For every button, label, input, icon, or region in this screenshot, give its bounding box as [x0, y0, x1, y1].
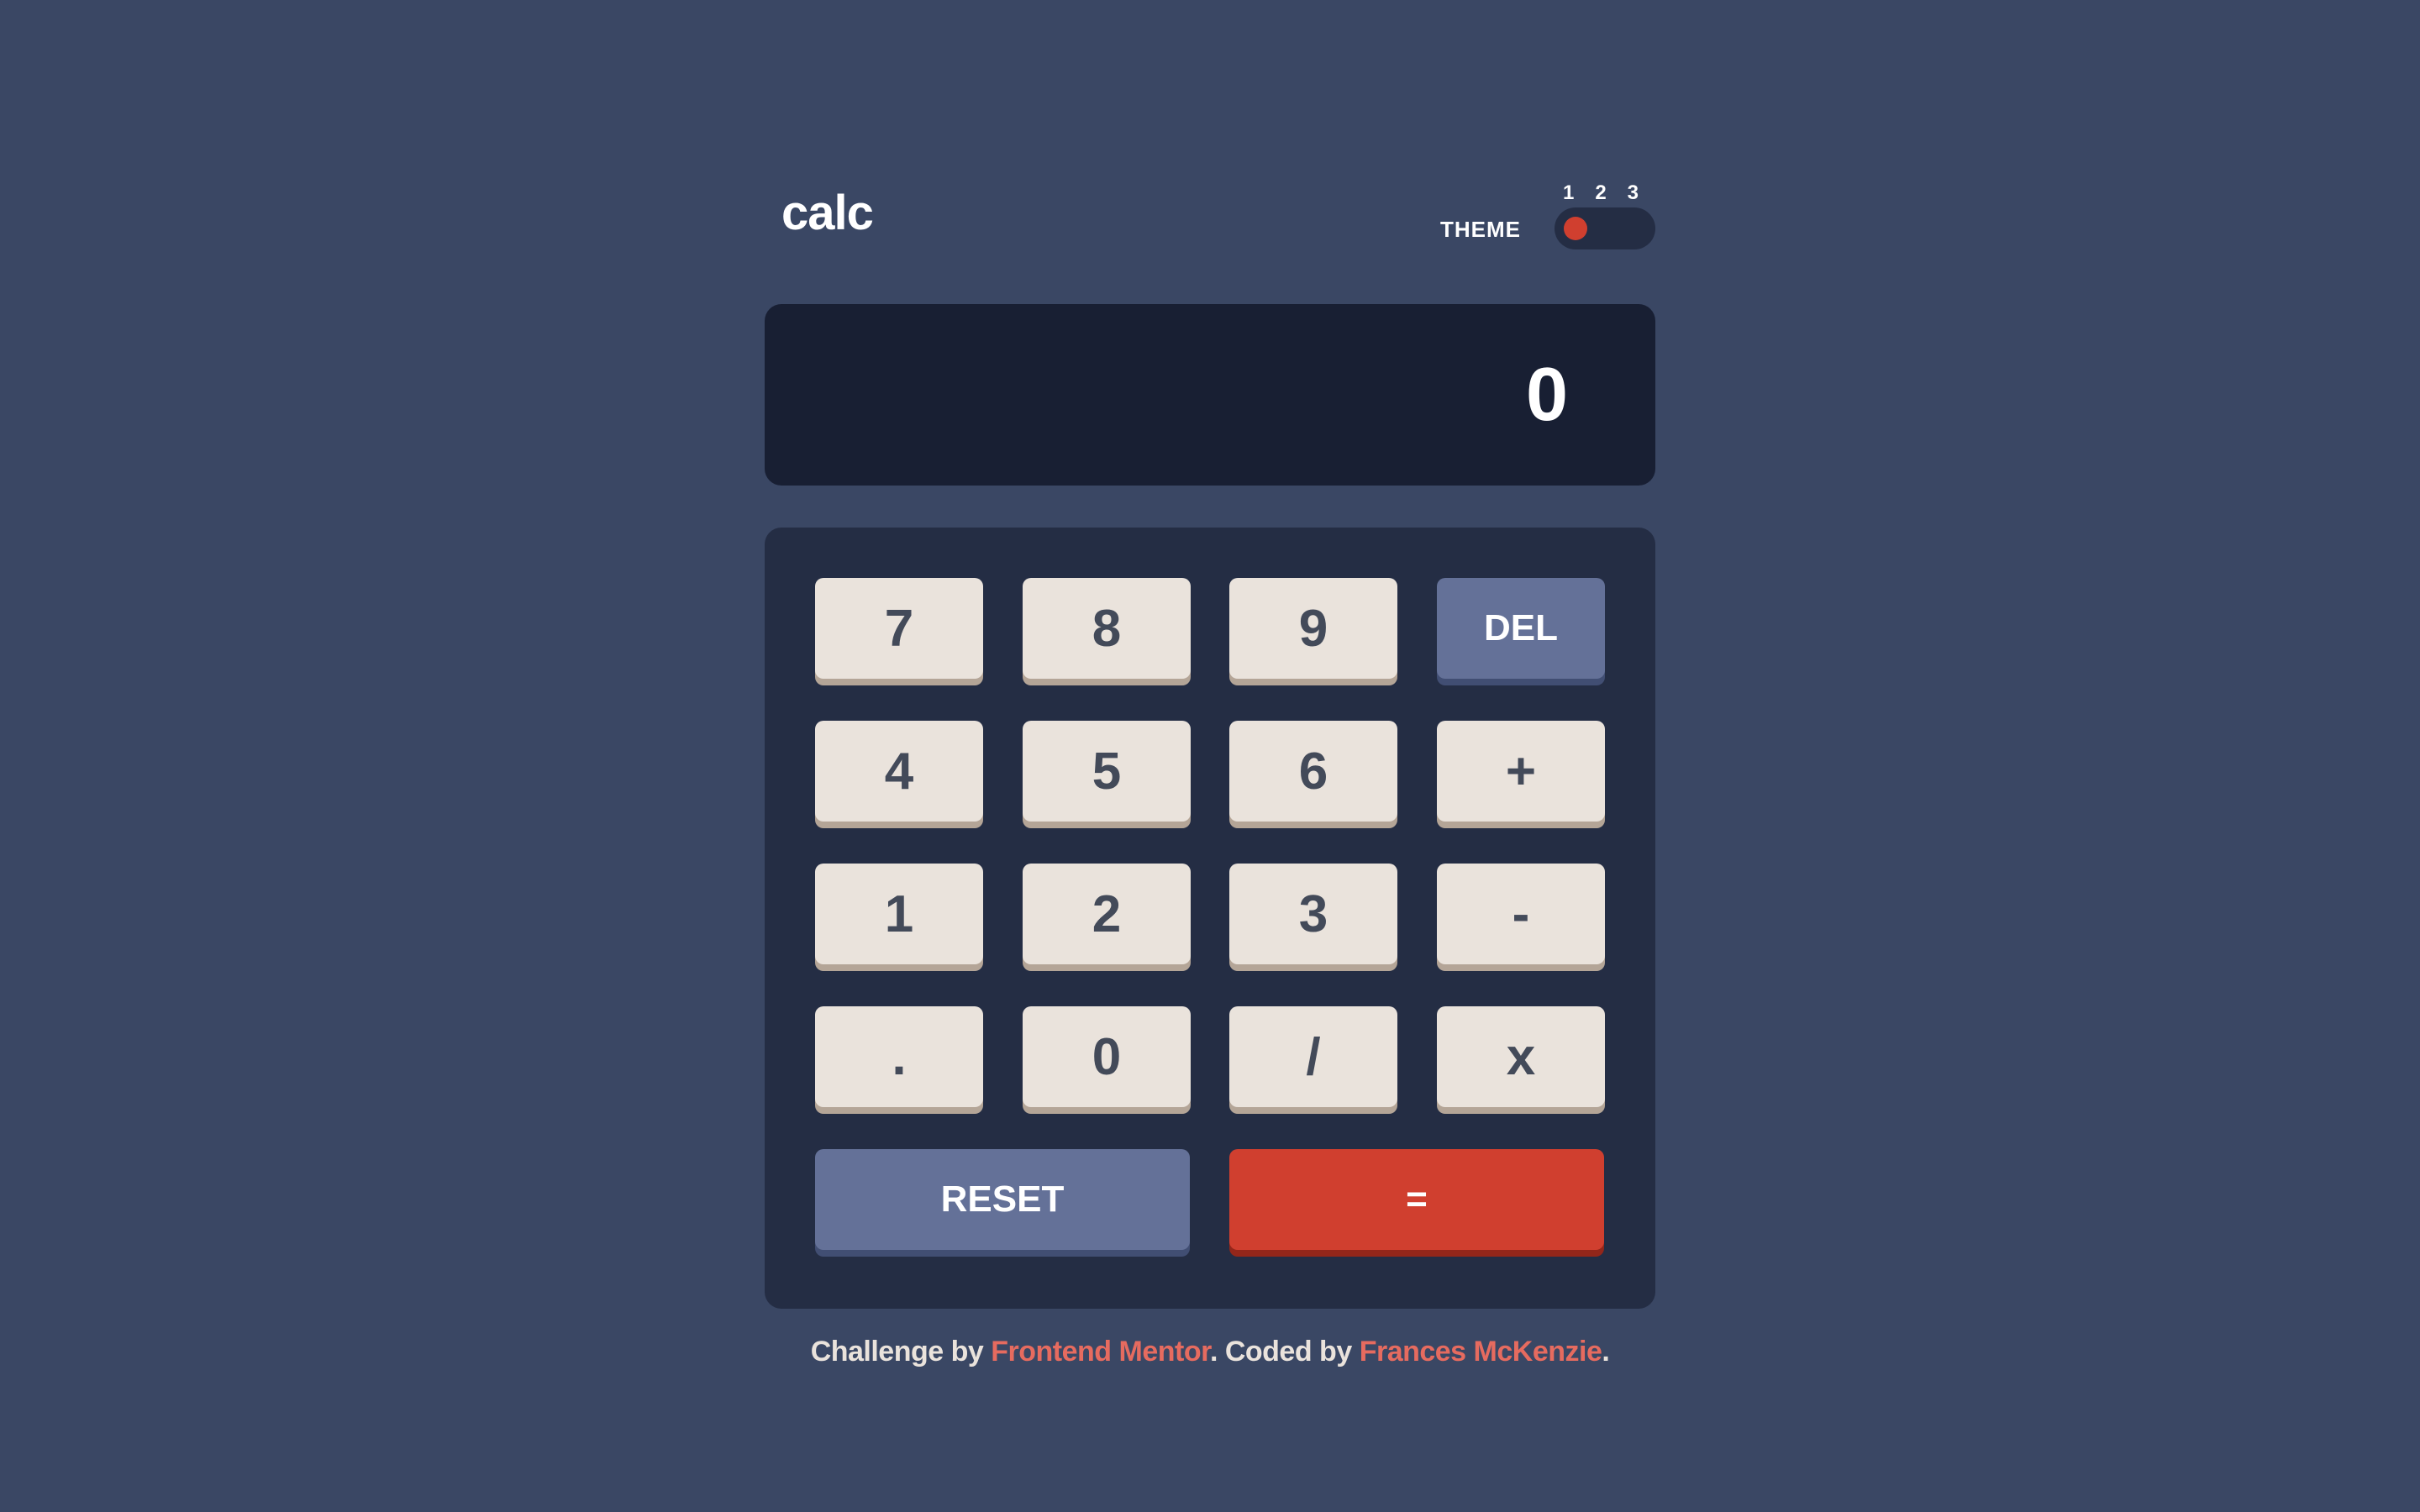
key-6[interactable]: 6: [1229, 721, 1397, 822]
page: calc THEME 1 2 3 0 7 8 9 DEL 4 5 6 + 1 2…: [0, 0, 2420, 1512]
equals-button[interactable]: =: [1229, 1149, 1604, 1250]
key-5[interactable]: 5: [1023, 721, 1191, 822]
theme-toggle[interactable]: [1555, 207, 1655, 249]
minus-button[interactable]: -: [1437, 864, 1605, 964]
key-9[interactable]: 9: [1229, 578, 1397, 679]
key-4[interactable]: 4: [815, 721, 983, 822]
delete-button[interactable]: DEL: [1437, 578, 1605, 679]
footer-middle: . Coded by: [1209, 1336, 1360, 1368]
theme-toggle-knob[interactable]: [1564, 217, 1587, 240]
theme-numbers: 1 2 3: [1555, 181, 1647, 205]
app-logo: calc: [781, 186, 874, 240]
header: calc THEME 1 2 3: [765, 176, 1655, 286]
footer-prefix: Challenge by: [810, 1336, 992, 1368]
key-7[interactable]: 7: [815, 578, 983, 679]
frontend-mentor-link[interactable]: Frontend Mentor: [991, 1336, 1210, 1368]
display-screen: 0: [765, 304, 1655, 486]
theme-number-3[interactable]: 3: [1628, 181, 1639, 205]
calculator-app: calc THEME 1 2 3 0 7 8 9 DEL 4 5 6 + 1 2…: [765, 176, 1655, 1368]
theme-number-2[interactable]: 2: [1595, 181, 1606, 205]
key-0[interactable]: 0: [1023, 1006, 1191, 1107]
keypad: 7 8 9 DEL 4 5 6 + 1 2 3 - . 0 / x RESET …: [765, 528, 1655, 1309]
author-link[interactable]: Frances McKenzie: [1360, 1336, 1602, 1368]
reset-button[interactable]: RESET: [815, 1149, 1190, 1250]
decimal-button[interactable]: .: [815, 1006, 983, 1107]
key-3[interactable]: 3: [1229, 864, 1397, 964]
theme-number-1[interactable]: 1: [1563, 181, 1574, 205]
theme-label: THEME: [1440, 217, 1521, 242]
multiply-button[interactable]: x: [1437, 1006, 1605, 1107]
footer-suffix: .: [1602, 1336, 1610, 1368]
key-1[interactable]: 1: [815, 864, 983, 964]
plus-button[interactable]: +: [1437, 721, 1605, 822]
divide-button[interactable]: /: [1229, 1006, 1397, 1107]
key-8[interactable]: 8: [1023, 578, 1191, 679]
display-value: 0: [1525, 352, 1568, 437]
key-2[interactable]: 2: [1023, 864, 1191, 964]
attribution-footer: Challenge by Frontend Mentor. Coded by F…: [765, 1336, 1655, 1368]
